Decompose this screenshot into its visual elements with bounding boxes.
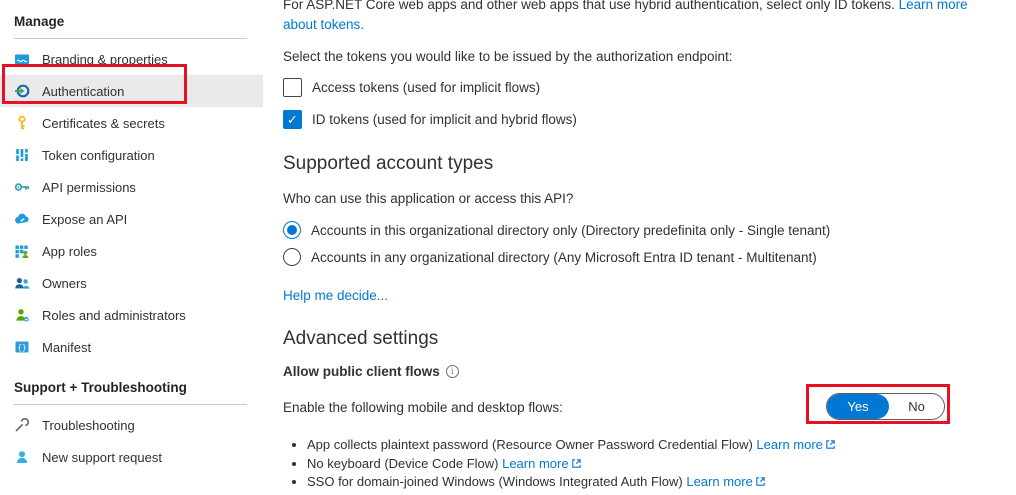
sidebar-item-label: API permissions [42, 180, 136, 195]
app-roles-icon [14, 243, 30, 259]
sidebar-item-roles-and-administrators[interactable]: Roles and administrators [0, 299, 265, 331]
sidebar-item-label: Roles and administrators [42, 308, 186, 323]
flow-text: App collects plaintext password (Resourc… [307, 437, 753, 452]
sidebar-item-label: Authentication [42, 84, 124, 99]
toggle-yes-button[interactable]: Yes [827, 394, 889, 419]
single-tenant-label: Accounts in this organizational director… [311, 223, 830, 238]
learn-more-link[interactable]: Learn more [686, 474, 752, 489]
list-item: No keyboard (Device Code Flow) Learn mor… [307, 455, 998, 474]
sidebar-item-label: Branding & properties [42, 52, 168, 67]
sidebar-section-header-support: Support + Troubleshooting [0, 363, 265, 404]
sidebar-item-label: Manifest [42, 340, 91, 355]
sidebar: Manage Branding & properties Authenticat… [0, 0, 265, 495]
sidebar-item-label: App roles [42, 244, 97, 259]
sidebar-item-app-roles[interactable]: App roles [0, 235, 265, 267]
sidebar-item-new-support-request[interactable]: New support request [0, 441, 265, 473]
account-types-question: Who can use this application or access t… [283, 190, 998, 208]
authentication-icon [14, 83, 30, 99]
owners-icon [14, 275, 30, 291]
sidebar-item-certificates-secrets[interactable]: Certificates & secrets [0, 107, 265, 139]
sidebar-item-token-configuration[interactable]: Token configuration [0, 139, 265, 171]
authentication-blade: Manage Branding & properties Authenticat… [0, 0, 1016, 495]
help-me-decide-link[interactable]: Help me decide... [283, 287, 388, 305]
branding-icon [14, 51, 30, 67]
info-icon[interactable]: i [446, 365, 459, 378]
sidebar-item-api-permissions[interactable]: API permissions [0, 171, 265, 203]
id-tokens-row: ✓ ID tokens (used for implicit and hybri… [283, 108, 998, 130]
allow-public-client-flows-label: Allow public client flows [283, 364, 440, 379]
roles-and-administrators-icon [14, 307, 30, 323]
access-tokens-label: Access tokens (used for implicit flows) [312, 80, 540, 95]
single-tenant-radio[interactable] [283, 221, 301, 239]
external-link-icon [571, 456, 582, 474]
multitenant-label: Accounts in any organizational directory… [311, 250, 817, 265]
svg-text:{}: {} [17, 343, 26, 352]
divider [14, 38, 247, 39]
flow-text: SSO for domain-joined Windows (Windows I… [307, 474, 683, 489]
access-tokens-row: Access tokens (used for implicit flows) [283, 76, 998, 98]
sidebar-item-label: Certificates & secrets [42, 116, 165, 131]
intro-paragraph: For ASP.NET Core web apps and other web … [283, 0, 998, 35]
sidebar-item-authentication[interactable]: Authentication [0, 75, 263, 107]
external-link-icon [755, 474, 766, 492]
sidebar-item-label: Token configuration [42, 148, 155, 163]
mobile-desktop-flows-list: App collects plaintext password (Resourc… [283, 436, 998, 492]
list-item: App collects plaintext password (Resourc… [307, 436, 998, 455]
flow-text: No keyboard (Device Code Flow) [307, 456, 498, 471]
learn-more-link[interactable]: Learn more [756, 437, 822, 452]
advanced-settings-heading: Advanced settings [283, 327, 998, 351]
sidebar-item-expose-an-api[interactable]: Expose an API [0, 203, 265, 235]
sidebar-item-label: Expose an API [42, 212, 127, 227]
list-item: SSO for domain-joined Windows (Windows I… [307, 473, 998, 492]
supported-account-types-heading: Supported account types [283, 152, 998, 176]
id-tokens-label: ID tokens (used for implicit and hybrid … [312, 112, 577, 127]
access-tokens-checkbox[interactable] [283, 78, 302, 97]
certificates-icon [14, 115, 30, 131]
toggle-no-button[interactable]: No [889, 394, 944, 419]
single-tenant-row: Accounts in this organizational director… [283, 220, 998, 240]
allow-public-client-flows-row: Allow public client flows i [283, 364, 998, 379]
new-support-request-icon [14, 449, 30, 465]
sidebar-item-label: Troubleshooting [42, 418, 135, 433]
external-link-icon [825, 437, 836, 455]
public-client-flows-toggle: Yes No [826, 393, 945, 420]
multitenant-radio[interactable] [283, 248, 301, 266]
token-prompt: Select the tokens you would like to be i… [283, 48, 998, 66]
manifest-icon: {} [14, 339, 30, 355]
sidebar-item-label: Owners [42, 276, 87, 291]
id-tokens-checkbox[interactable]: ✓ [283, 110, 302, 129]
api-permissions-icon [14, 179, 30, 195]
learn-more-link[interactable]: Learn more [502, 456, 568, 471]
token-configuration-icon [14, 147, 30, 163]
intro-text: For ASP.NET Core web apps and other web … [283, 0, 895, 12]
divider [14, 404, 247, 405]
expose-an-api-icon [14, 211, 30, 227]
troubleshooting-icon [14, 417, 30, 433]
sidebar-item-manifest[interactable]: {} Manifest [0, 331, 265, 363]
multitenant-row: Accounts in any organizational directory… [283, 247, 998, 267]
sidebar-item-label: New support request [42, 450, 162, 465]
sidebar-item-owners[interactable]: Owners [0, 267, 265, 299]
sidebar-section-header-manage: Manage [0, 0, 265, 38]
sidebar-item-branding-properties[interactable]: Branding & properties [0, 43, 265, 75]
sidebar-item-troubleshooting[interactable]: Troubleshooting [0, 409, 265, 441]
